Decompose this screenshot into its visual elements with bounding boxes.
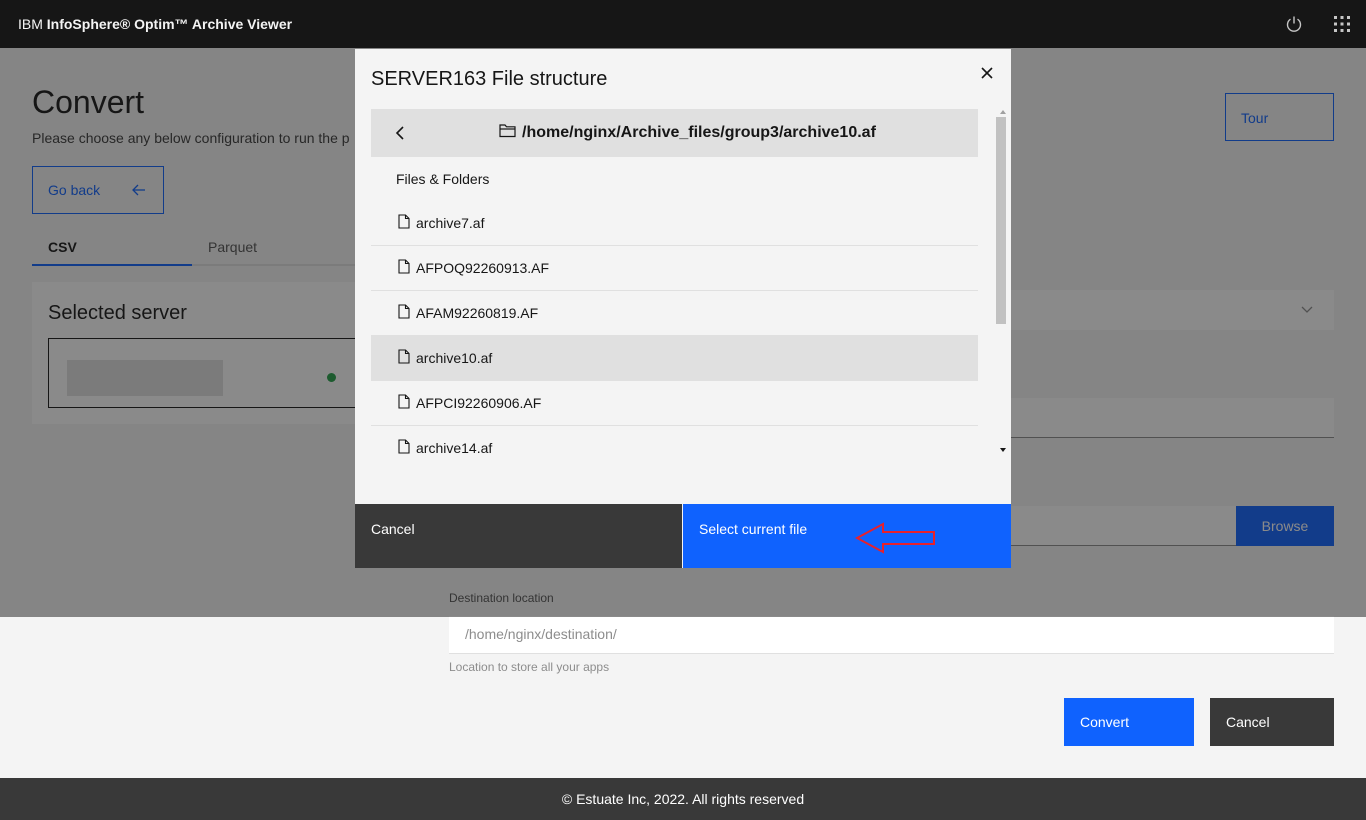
chevron-left-icon[interactable] [393, 125, 407, 146]
file-name: archive10.af [416, 350, 493, 366]
file-browser: /home/nginx/Archive_files/group3/archive… [371, 109, 978, 456]
file-item[interactable]: AFAM92260819.AF [371, 291, 978, 336]
file-icon [398, 394, 410, 412]
file-list-scrollbar[interactable] [995, 102, 1011, 457]
file-item-selected[interactable]: archive10.af [371, 336, 978, 381]
scroll-down-icon[interactable] [999, 440, 1007, 458]
cancel-button[interactable]: Cancel [1210, 698, 1334, 746]
file-list: archive7.af AFPOQ92260913.AF AFAM9226081… [371, 201, 978, 456]
app-title: IBM InfoSphere® Optim™ Archive Viewer [0, 16, 292, 32]
folder-icon [499, 123, 516, 143]
file-icon [398, 304, 410, 322]
top-header: IBM InfoSphere® Optim™ Archive Viewer [0, 0, 1366, 48]
file-icon [398, 439, 410, 456]
path-bar: /home/nginx/Archive_files/group3/archive… [371, 109, 978, 157]
file-icon [398, 259, 410, 277]
modal-title: SERVER163 File structure [371, 68, 608, 90]
select-current-file-button[interactable]: Select current file [683, 504, 1011, 568]
file-name: archive14.af [416, 440, 493, 456]
power-icon[interactable] [1270, 0, 1318, 48]
file-name: AFPOQ92260913.AF [416, 260, 550, 276]
close-icon[interactable] [979, 65, 995, 81]
annotation-arrow-icon [854, 521, 937, 560]
file-icon [398, 214, 410, 232]
brand-prefix: IBM [18, 16, 47, 32]
file-structure-modal: SERVER163 File structure /home/nginx/Arc… [355, 49, 1011, 568]
file-name: AFPCI92260906.AF [416, 395, 542, 411]
file-item[interactable]: AFPCI92260906.AF [371, 381, 978, 426]
file-item[interactable]: archive7.af [371, 201, 978, 246]
file-item[interactable]: AFPOQ92260913.AF [371, 246, 978, 291]
file-icon [398, 349, 410, 367]
brand-name: InfoSphere® Optim™ Archive Viewer [46, 16, 293, 32]
scroll-thumb[interactable] [996, 117, 1006, 324]
current-path: /home/nginx/Archive_files/group3/archive… [522, 124, 876, 141]
destination-input[interactable]: /home/nginx/destination/ [449, 616, 1334, 654]
files-folders-heading: Files & Folders [396, 171, 490, 187]
modal-cancel-button[interactable]: Cancel [355, 504, 682, 568]
file-name: archive7.af [416, 215, 485, 231]
footer: © Estuate Inc, 2022. All rights reserved [0, 778, 1366, 820]
file-name: AFAM92260819.AF [416, 305, 539, 321]
file-item[interactable]: archive14.af [371, 426, 978, 456]
convert-button[interactable]: Convert [1064, 698, 1194, 746]
app-switcher-icon[interactable] [1318, 0, 1366, 48]
destination-helper: Location to store all your apps [449, 660, 610, 674]
